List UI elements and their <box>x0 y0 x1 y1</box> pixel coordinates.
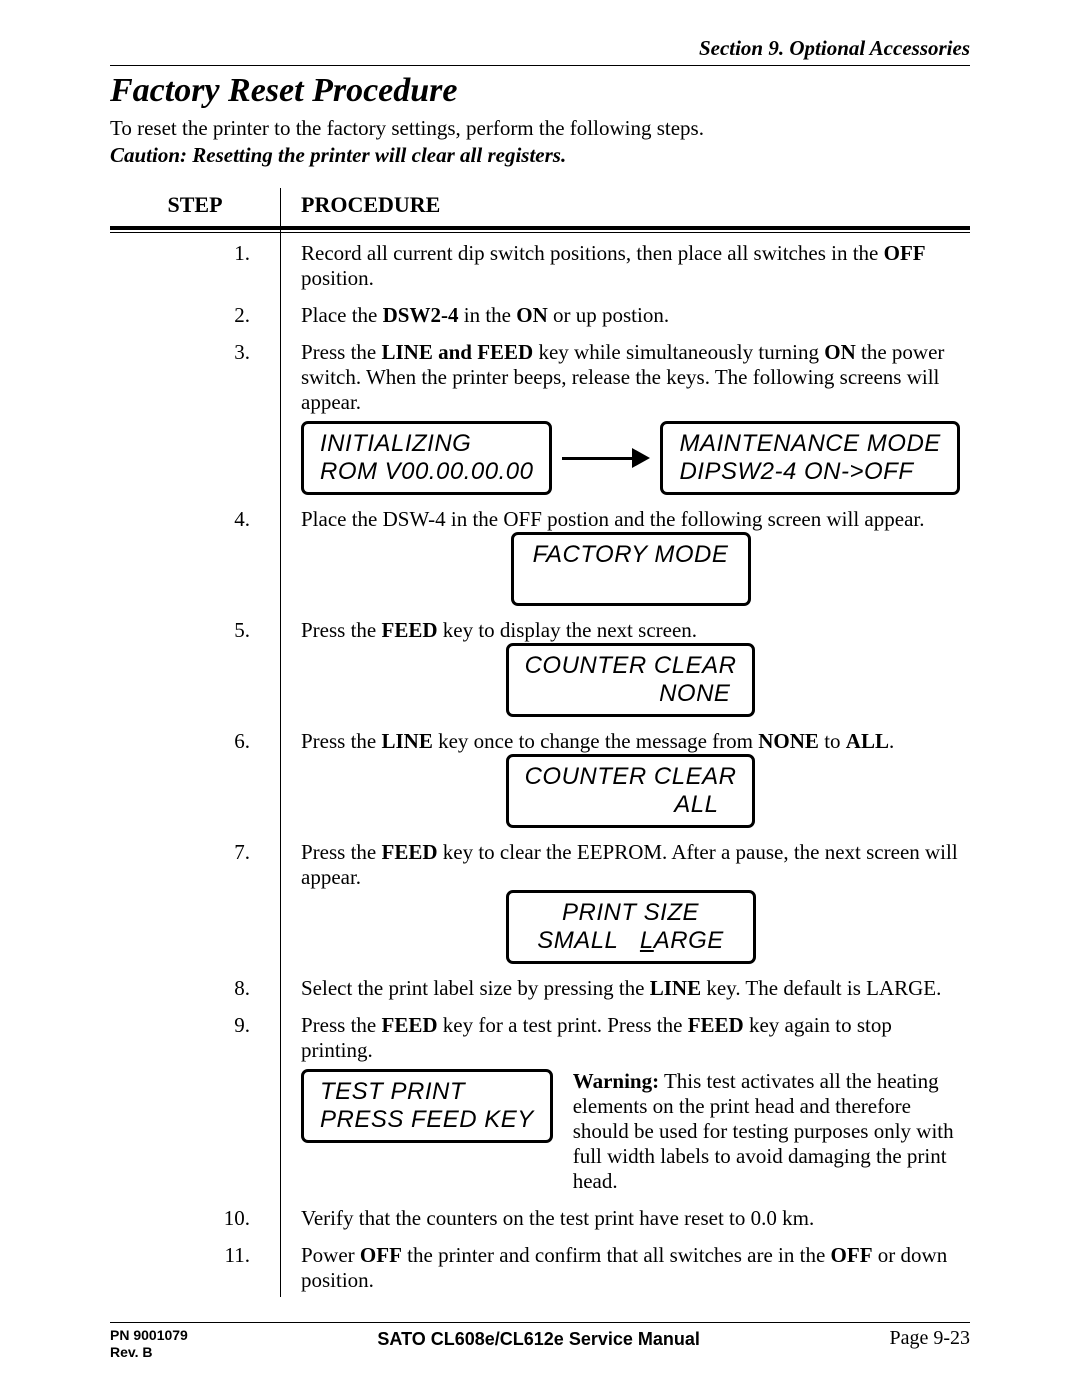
procedure-table: STEP PROCEDURE 1. Record all current dip… <box>110 188 970 1297</box>
step-number: 4. <box>110 499 281 610</box>
step-number: 10. <box>110 1198 281 1235</box>
table-row: 1. Record all current dip switch positio… <box>110 233 970 296</box>
step-number: 9. <box>110 1005 281 1198</box>
table-row: 8. Select the print label size by pressi… <box>110 968 970 1005</box>
table-row: 5. Press the FEED key to display the nex… <box>110 610 970 721</box>
step-number: 5. <box>110 610 281 721</box>
footer-page: Page 9-23 <box>889 1327 970 1350</box>
step-text: Press the LINE and FEED key while simult… <box>281 332 971 499</box>
step-number: 3. <box>110 332 281 499</box>
step-number: 7. <box>110 832 281 968</box>
step-text: Press the LINE key once to change the me… <box>281 721 971 832</box>
lcd-counter-clear-none: COUNTER CLEAR NONE <box>506 643 756 717</box>
th-procedure: PROCEDURE <box>281 188 971 228</box>
lcd-initializing: INITIALIZING ROM V00.00.00.00 <box>301 421 552 495</box>
footer-rev: Rev. B <box>110 1344 188 1361</box>
step-text: Press the FEED key to clear the EEPROM. … <box>281 832 971 968</box>
step-text: Press the FEED key to display the next s… <box>281 610 971 721</box>
table-row: 10. Verify that the counters on the test… <box>110 1198 970 1235</box>
lcd-counter-clear-all: COUNTER CLEAR ALL <box>506 754 756 828</box>
warning-text: Warning: This test activates all the hea… <box>573 1069 960 1194</box>
section-header: Section 9. Optional Accessories <box>110 36 970 61</box>
table-row: 2. Place the DSW2-4 in the ON or up post… <box>110 295 970 332</box>
step-text: Place the DSW-4 in the OFF postion and t… <box>281 499 971 610</box>
table-row: 7. Press the FEED key to clear the EEPRO… <box>110 832 970 968</box>
table-row: 9. Press the FEED key for a test print. … <box>110 1005 970 1198</box>
step-text: Verify that the counters on the test pri… <box>281 1198 971 1235</box>
step-text: Place the DSW2-4 in the ON or up postion… <box>281 295 971 332</box>
page-footer: PN 9001079 Rev. B SATO CL608e/CL612e Ser… <box>110 1322 970 1361</box>
step-text: Power OFF the printer and confirm that a… <box>281 1235 971 1297</box>
arrow-icon <box>562 448 650 468</box>
step-text: Record all current dip switch positions,… <box>281 233 971 296</box>
table-row: 6. Press the LINE key once to change the… <box>110 721 970 832</box>
step-number: 11. <box>110 1235 281 1297</box>
lcd-test-print: TEST PRINT PRESS FEED KEY <box>301 1069 553 1143</box>
step-number: 6. <box>110 721 281 832</box>
table-row: 4. Place the DSW-4 in the OFF postion an… <box>110 499 970 610</box>
intro-text: To reset the printer to the factory sett… <box>110 116 970 141</box>
th-step: STEP <box>110 188 281 228</box>
table-row: 11. Power OFF the printer and confirm th… <box>110 1235 970 1297</box>
step-number: 8. <box>110 968 281 1005</box>
caution-text: Caution: Resetting the printer will clea… <box>110 143 970 168</box>
table-row: 3. Press the LINE and FEED key while sim… <box>110 332 970 499</box>
footer-pn: PN 9001079 <box>110 1327 188 1344</box>
footer-manual: SATO CL608e/CL612e Service Manual <box>188 1327 890 1350</box>
step-number: 2. <box>110 295 281 332</box>
step-number: 1. <box>110 233 281 296</box>
lcd-print-size: PRINT SIZE SMALL LARGE <box>506 890 756 964</box>
step-text: Select the print label size by pressing … <box>281 968 971 1005</box>
header-rule <box>110 65 970 66</box>
lcd-factory-mode: FACTORY MODE <box>511 532 751 606</box>
lcd-maintenance: MAINTENANCE MODE DIPSW2-4 ON->OFF <box>660 421 959 495</box>
page-title: Factory Reset Procedure <box>110 72 970 110</box>
step-text: Press the FEED key for a test print. Pre… <box>281 1005 971 1198</box>
